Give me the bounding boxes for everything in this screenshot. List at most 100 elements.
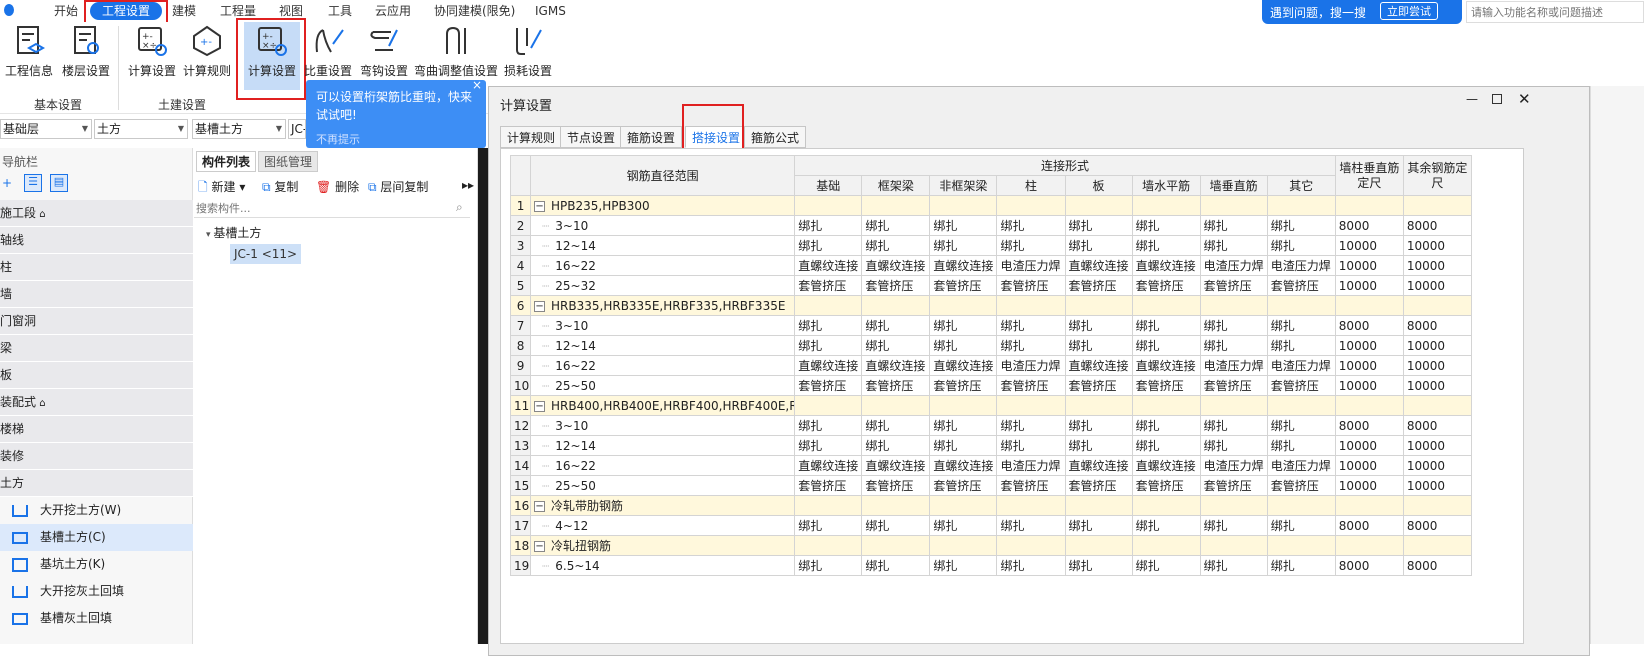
table-cell[interactable]: 绑扎 bbox=[1064, 335, 1133, 356]
table-cell[interactable] bbox=[1199, 495, 1268, 516]
table-cell[interactable]: 套管挤压 bbox=[1064, 375, 1133, 396]
menu-tools[interactable]: 工具 bbox=[328, 2, 352, 20]
table-cell[interactable] bbox=[1199, 535, 1268, 556]
table-cell[interactable]: 10000 bbox=[1334, 375, 1404, 396]
table-cell[interactable]: 绑扎 bbox=[1131, 335, 1201, 356]
table-cell[interactable]: 直螺纹连接 bbox=[794, 355, 863, 376]
table-cell[interactable] bbox=[1131, 495, 1201, 516]
table-cell[interactable]: 绑扎 bbox=[794, 215, 863, 236]
nav-item-wall[interactable]: 墙 bbox=[0, 281, 193, 308]
table-cell[interactable]: 绑扎 bbox=[1064, 215, 1133, 236]
floor-settings-button[interactable]: 楼层设置 bbox=[60, 24, 112, 79]
table-cell[interactable]: 绑扎 bbox=[996, 235, 1066, 256]
table-cell[interactable] bbox=[1334, 295, 1404, 316]
table-cell[interactable]: 8000 bbox=[1334, 415, 1404, 436]
table-cell[interactable] bbox=[996, 395, 1066, 416]
table-cell[interactable] bbox=[861, 495, 931, 516]
calc-settings-civil-button[interactable]: +- ×÷ 计算设置 bbox=[126, 24, 178, 79]
table-row[interactable]: 16− 冷轧带肋钢筋 bbox=[509, 495, 1473, 516]
table-cell[interactable]: 绑扎 bbox=[996, 555, 1066, 576]
table-cell[interactable]: 10000 bbox=[1334, 455, 1404, 476]
table-cell[interactable] bbox=[996, 295, 1066, 316]
table-cell[interactable]: 8000 bbox=[1334, 515, 1404, 536]
table-cell[interactable] bbox=[1199, 195, 1268, 216]
table-cell[interactable]: 套管挤压 bbox=[996, 475, 1066, 496]
hook-settings-button[interactable]: 弯钩设置 bbox=[358, 24, 410, 79]
table-cell[interactable] bbox=[996, 495, 1066, 516]
table-cell[interactable] bbox=[794, 395, 863, 416]
table-cell[interactable] bbox=[1334, 535, 1404, 556]
table-cell[interactable]: 绑扎 bbox=[929, 515, 998, 536]
collapse-icon[interactable]: − bbox=[534, 501, 546, 512]
table-cell[interactable]: 绑扎 bbox=[1266, 335, 1336, 356]
table-row[interactable]: 11− HRB400,HRB400E,HRBF400,HRBF400E,RR... bbox=[509, 395, 1473, 416]
table-cell[interactable] bbox=[1131, 195, 1201, 216]
bend-adjust-button[interactable]: 弯曲调整值设置 bbox=[414, 24, 498, 79]
table-cell[interactable] bbox=[861, 195, 931, 216]
tree-root[interactable]: ▾ 基槽土方 bbox=[206, 224, 261, 241]
table-cell[interactable]: 绑扎 bbox=[794, 335, 863, 356]
table-cell[interactable]: 绑扎 bbox=[794, 555, 863, 576]
menu-modeling[interactable]: 建模 bbox=[172, 2, 196, 20]
table-cell[interactable]: 10000 bbox=[1334, 435, 1404, 456]
table-cell[interactable]: 套管挤压 bbox=[1064, 275, 1133, 296]
table-cell[interactable]: 8000 bbox=[1334, 315, 1404, 336]
table-cell[interactable]: 绑扎 bbox=[929, 555, 998, 576]
table-cell[interactable]: 直螺纹连接 bbox=[1064, 455, 1133, 476]
table-cell[interactable]: 电渣压力焊 bbox=[1266, 455, 1336, 476]
tab-drawing-management[interactable]: 图纸管理 bbox=[258, 151, 319, 172]
table-row[interactable]: 6− HRB335,HRB335E,HRBF335,HRBF335E bbox=[509, 295, 1473, 316]
table-cell[interactable]: 绑扎 bbox=[1199, 435, 1268, 456]
try-now-button[interactable]: 立即尝试 bbox=[1380, 2, 1438, 20]
table-row[interactable]: 13 ┈ 12~14 绑扎 绑扎 绑扎 绑扎 绑扎 绑扎 绑扎 绑扎 10000 10000 bbox=[509, 435, 1473, 456]
table-cell[interactable]: 绑扎 bbox=[1199, 555, 1268, 576]
table-cell[interactable]: 10000 bbox=[1402, 455, 1473, 476]
table-cell[interactable]: 10000 bbox=[1402, 375, 1473, 396]
table-cell[interactable]: 直螺纹连接 bbox=[1131, 455, 1201, 476]
table-row[interactable]: 10 ┈ 25~50 套管挤压 套管挤压 套管挤压 套管挤压 套管挤压 套管挤压 套管挤压 套管挤压… bbox=[509, 375, 1473, 396]
table-cell[interactable]: 绑扎 bbox=[794, 315, 863, 336]
table-cell[interactable]: 10000 bbox=[1402, 475, 1473, 496]
table-cell[interactable]: 绑扎 bbox=[1199, 235, 1268, 256]
table-cell[interactable]: 套管挤压 bbox=[929, 475, 998, 496]
table-cell[interactable] bbox=[996, 195, 1066, 216]
collapse-icon[interactable]: − bbox=[534, 200, 546, 212]
menu-igms[interactable]: IGMS bbox=[535, 2, 566, 20]
table-cell[interactable] bbox=[929, 195, 998, 216]
table-cell[interactable]: 套管挤压 bbox=[996, 375, 1066, 396]
table-cell[interactable] bbox=[1334, 395, 1404, 416]
table-cell[interactable]: 绑扎 bbox=[861, 555, 931, 576]
table-cell[interactable] bbox=[929, 295, 998, 316]
table-cell[interactable]: 绑扎 bbox=[861, 335, 931, 356]
table-cell[interactable]: 8000 bbox=[1334, 215, 1404, 236]
table-cell[interactable]: 套管挤压 bbox=[1199, 275, 1268, 296]
table-cell[interactable]: 绑扎 bbox=[861, 435, 931, 456]
table-cell[interactable]: 套管挤压 bbox=[1131, 275, 1201, 296]
table-cell[interactable]: 绑扎 bbox=[929, 335, 998, 356]
table-cell[interactable] bbox=[996, 535, 1066, 556]
tab-stirrup-formula[interactable]: 箍筋公式 bbox=[744, 126, 807, 148]
nav-item-decoration[interactable]: 装修 bbox=[0, 443, 193, 470]
table-row[interactable]: 17 ┈ 4~12 绑扎 绑扎 绑扎 绑扎 绑扎 绑扎 绑扎 绑扎 8000 8000 bbox=[509, 515, 1473, 536]
table-cell[interactable]: 套管挤压 bbox=[794, 475, 863, 496]
table-cell[interactable] bbox=[1064, 535, 1133, 556]
table-cell[interactable]: 电渣压力焊 bbox=[1199, 355, 1268, 376]
table-cell[interactable]: 绑扎 bbox=[1266, 415, 1336, 436]
table-cell[interactable]: 8000 bbox=[1334, 555, 1404, 576]
table-cell[interactable]: 绑扎 bbox=[861, 215, 931, 236]
table-cell[interactable]: 绑扎 bbox=[929, 415, 998, 436]
collapse-icon[interactable]: − bbox=[534, 541, 546, 552]
table-cell[interactable]: 绑扎 bbox=[996, 335, 1066, 356]
delete-button[interactable]: 🗑 删除 bbox=[316, 178, 359, 195]
detail-view-icon[interactable]: ▤ bbox=[50, 174, 68, 192]
table-cell[interactable]: 绑扎 bbox=[1266, 315, 1336, 336]
nav-sub-pit[interactable]: 基坑土方(K) bbox=[0, 551, 193, 578]
table-row[interactable]: 14 ┈ 16~22 直螺纹连接 直螺纹连接 直螺纹连接 电渣压力焊 直螺纹连接 直螺纹连接 电渣… bbox=[509, 455, 1473, 476]
nav-item-column[interactable]: 柱 bbox=[0, 254, 193, 281]
table-cell[interactable]: 电渣压力焊 bbox=[1199, 255, 1268, 276]
table-cell[interactable]: 套管挤压 bbox=[794, 275, 863, 296]
table-cell[interactable]: 绑扎 bbox=[1266, 435, 1336, 456]
table-cell[interactable]: 10000 bbox=[1402, 335, 1473, 356]
table-cell[interactable]: 直螺纹连接 bbox=[929, 255, 998, 276]
table-cell[interactable] bbox=[1131, 535, 1201, 556]
